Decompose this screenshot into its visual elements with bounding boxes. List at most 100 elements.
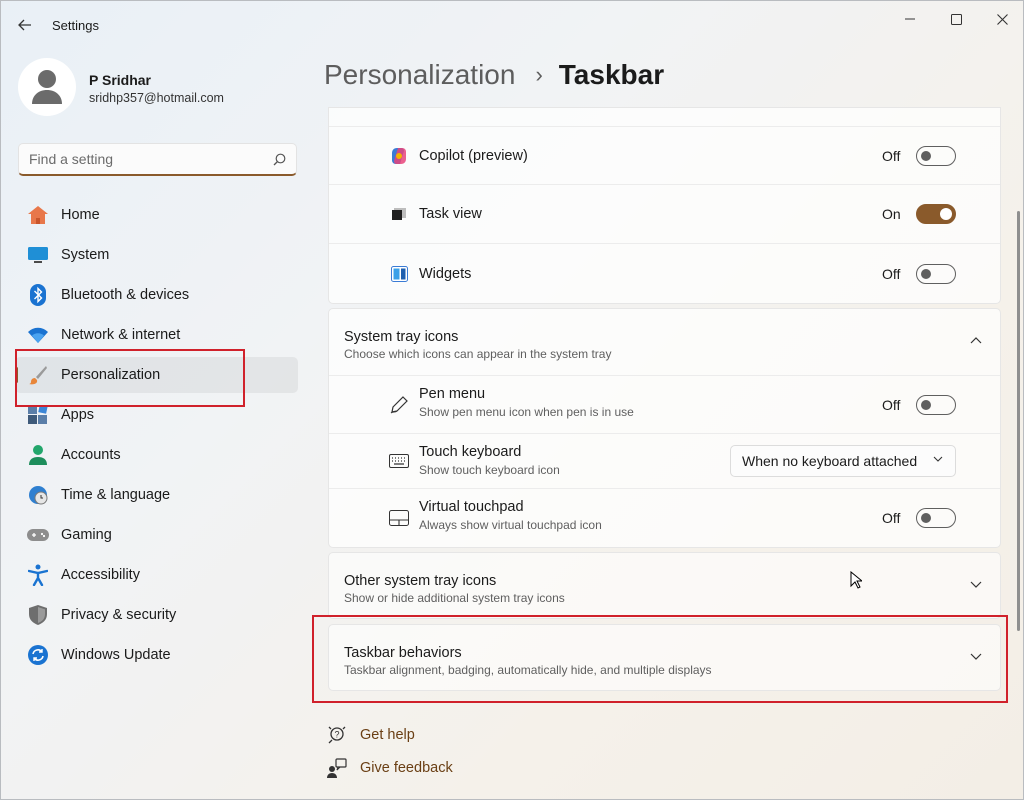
sidebar-item-home[interactable]: Home (15, 197, 298, 233)
chevron-down-icon (933, 456, 943, 462)
chevron-down-icon[interactable] (970, 581, 982, 589)
sidebar-item-label: Network & internet (61, 327, 181, 343)
close-button[interactable] (979, 5, 1024, 33)
sidebar-item-accounts[interactable]: Accounts (15, 437, 298, 473)
virtual-touchpad-toggle[interactable] (916, 508, 956, 528)
help-icon: ? (326, 724, 348, 746)
sidebar-item-privacy[interactable]: Privacy & security (15, 597, 298, 633)
task-view-toggle-wrap: On (882, 204, 956, 224)
sidebar-item-label: Bluetooth & devices (61, 287, 190, 303)
tray-row-virtual-touchpad: Virtual touchpad Always show virtual tou… (329, 489, 1000, 547)
section-title: Other system tray icons (344, 573, 497, 589)
toggle-knob (921, 513, 931, 523)
page-title: Taskbar (558, 59, 665, 90)
sidebar-item-gaming[interactable]: Gaming (15, 517, 298, 553)
chevron-down-icon[interactable] (970, 653, 982, 661)
get-help-link[interactable]: ? Get help (326, 723, 453, 747)
search-box[interactable] (18, 143, 297, 176)
feedback-icon (326, 757, 348, 779)
tray-row-pen-menu: Pen menu Show pen menu icon when pen is … (329, 376, 1000, 434)
content-scrollbar[interactable] (1017, 211, 1020, 631)
system-tray-card: System tray icons Choose which icons can… (328, 308, 1001, 548)
section-title: Taskbar behaviors (344, 645, 462, 661)
search-input[interactable] (29, 151, 259, 167)
copilot-toggle-wrap: Off (882, 145, 956, 166)
row-subtitle: Show pen menu icon when pen is in use (419, 405, 634, 419)
apps-icon (27, 404, 49, 426)
taskbar-items-card: Copilot (preview) Off Task view On Widge… (328, 107, 1001, 304)
taskbar-item-row-copilot: Copilot (preview) Off (329, 126, 1000, 185)
back-button[interactable] (11, 13, 39, 37)
toggle-knob (921, 268, 931, 279)
gamepad-icon (27, 524, 49, 546)
sidebar-item-accessibility[interactable]: Accessibility (15, 557, 298, 593)
sidebar-nav: Home System Bluetooth & devices Network … (15, 197, 298, 677)
sidebar-item-label: Personalization (61, 367, 161, 383)
sidebar-item-label: Accessibility (61, 567, 140, 583)
sidebar-item-bluetooth[interactable]: Bluetooth & devices (15, 277, 298, 313)
sidebar-item-time-language[interactable]: Time & language (15, 477, 298, 513)
task-view-toggle[interactable] (916, 204, 956, 224)
task-view-icon (389, 204, 409, 224)
give-feedback-link[interactable]: Give feedback (326, 756, 453, 780)
system-tray-header[interactable]: System tray icons Choose which icons can… (329, 309, 1000, 376)
search-icon[interactable] (273, 153, 286, 166)
accessibility-icon (27, 564, 49, 586)
other-tray-icons-card[interactable]: Other system tray icons Show or hide add… (328, 552, 1001, 619)
touch-keyboard-dropdown[interactable]: When no keyboard attached (730, 445, 956, 477)
sidebar-item-label: Gaming (61, 527, 112, 543)
settings-window: Settings P Sridhar sridhp357@hotmail.com (0, 0, 1024, 800)
section-subtitle: Show or hide additional system tray icon… (344, 591, 565, 605)
chevron-up-icon[interactable] (970, 336, 982, 344)
toggle-knob (940, 208, 952, 220)
title-bar: Settings (1, 1, 1023, 49)
pen-menu-toggle-wrap: Off (882, 394, 956, 415)
monitor-icon (27, 244, 49, 266)
sidebar-item-label: Home (61, 207, 100, 223)
touchpad-icon (389, 508, 409, 528)
copilot-toggle[interactable] (916, 145, 956, 166)
home-icon (27, 204, 49, 226)
app-title: Settings (52, 18, 99, 33)
widgets-toggle-wrap: Off (882, 263, 956, 284)
give-feedback-label: Give feedback (360, 760, 453, 776)
person-icon (27, 444, 49, 466)
sidebar-item-network[interactable]: Network & internet (15, 317, 298, 353)
user-silhouette-icon (32, 70, 62, 104)
sidebar-item-label: Windows Update (61, 647, 171, 663)
avatar[interactable] (18, 58, 76, 116)
back-arrow-icon (18, 19, 31, 31)
maximize-button[interactable] (933, 5, 979, 33)
close-icon (996, 13, 1008, 25)
sidebar-item-system[interactable]: System (15, 237, 298, 273)
help-links: ? Get help Give feedback (326, 723, 453, 789)
section-subtitle: Choose which icons can appear in the sys… (344, 347, 612, 361)
toggle-state: On (882, 206, 901, 222)
taskbar-behaviors-card[interactable]: Taskbar behaviors Taskbar alignment, bad… (328, 624, 1001, 691)
row-subtitle: Always show virtual touchpad icon (419, 518, 602, 532)
svg-text:?: ? (334, 730, 339, 740)
widgets-icon (389, 264, 409, 284)
sidebar-item-label: Privacy & security (61, 607, 177, 623)
brush-icon (27, 364, 49, 386)
toggle-knob (921, 399, 931, 410)
sidebar-item-label: System (61, 247, 110, 263)
shield-icon (27, 604, 49, 626)
maximize-icon (950, 13, 962, 25)
minimize-button[interactable] (887, 5, 933, 33)
minimize-icon (905, 18, 915, 20)
sidebar-item-windows-update[interactable]: Windows Update (15, 637, 298, 673)
keyboard-icon (389, 451, 409, 471)
globe-clock-icon (27, 484, 49, 506)
pen-menu-toggle[interactable] (916, 394, 956, 415)
update-icon (27, 644, 49, 666)
breadcrumb: Personalization › Taskbar (324, 59, 664, 91)
wifi-icon (27, 324, 49, 346)
sidebar-item-apps[interactable]: Apps (15, 397, 298, 433)
breadcrumb-parent[interactable]: Personalization (324, 59, 515, 91)
mouse-pointer-icon (850, 571, 862, 589)
sidebar-item-personalization[interactable]: Personalization (15, 357, 298, 393)
row-title: Pen menu (419, 386, 486, 402)
toggle-state: Off (882, 396, 901, 413)
widgets-toggle[interactable] (916, 263, 956, 284)
